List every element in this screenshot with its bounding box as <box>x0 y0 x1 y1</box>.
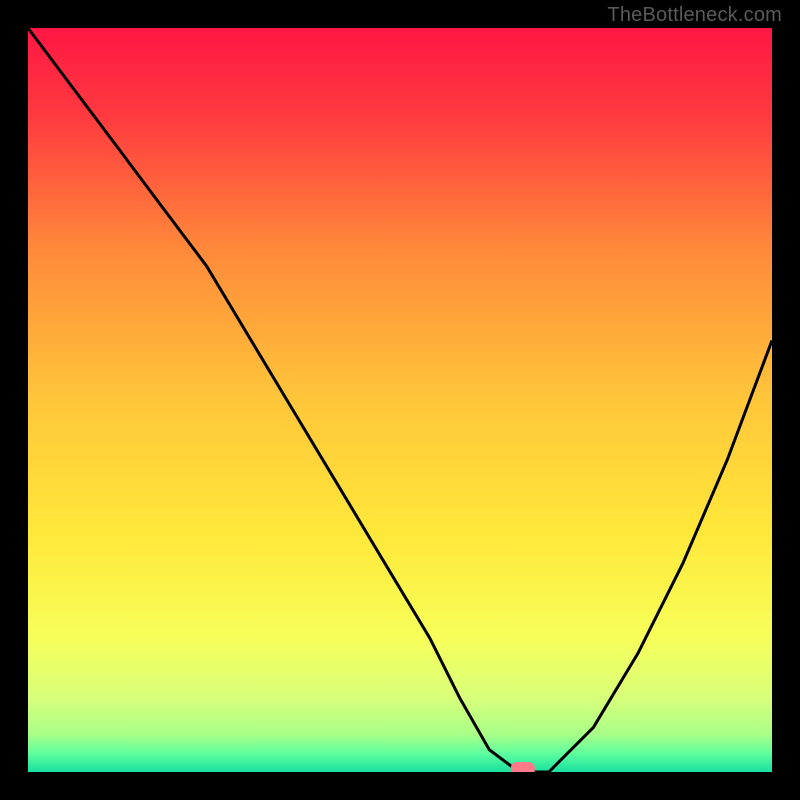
bottleneck-chart <box>28 28 772 772</box>
gradient-background <box>28 28 772 772</box>
watermark-text: TheBottleneck.com <box>607 4 782 27</box>
chart-frame: TheBottleneck.com <box>0 0 800 800</box>
plot-area <box>28 28 772 772</box>
current-config-marker <box>511 762 535 772</box>
